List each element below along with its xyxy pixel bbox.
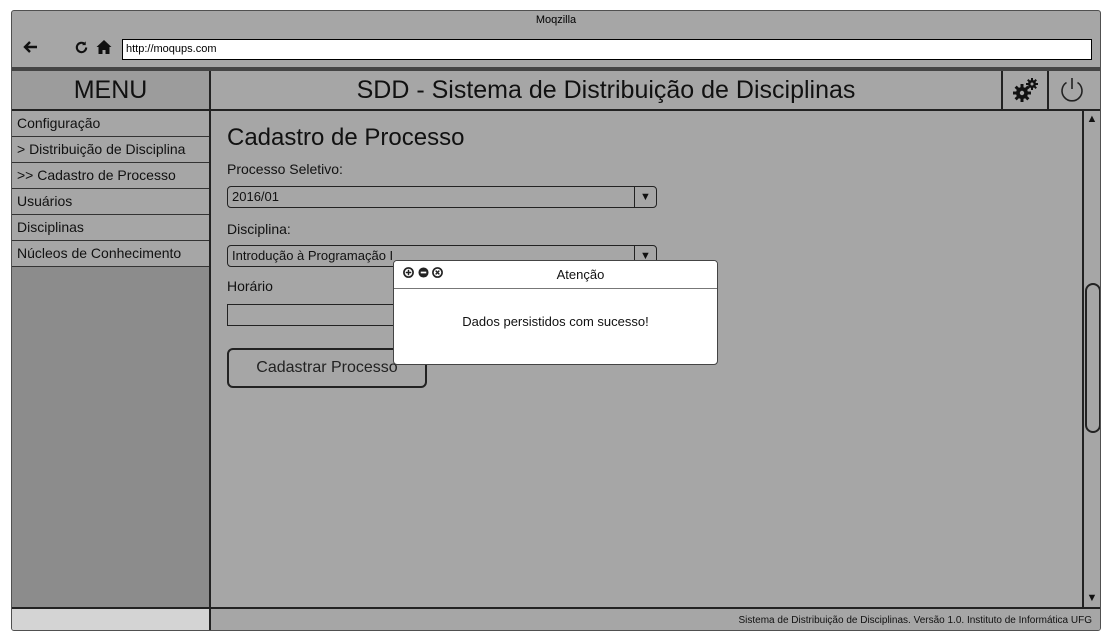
processo-value: 2016/01 bbox=[232, 189, 279, 204]
reload-icon[interactable] bbox=[74, 38, 89, 60]
footer-text: Sistema de Distribuição de Disciplinas. … bbox=[738, 615, 1093, 626]
disciplina-label: Disciplina: bbox=[227, 221, 291, 237]
sidebar-item-configuracao[interactable]: Configuração bbox=[12, 111, 209, 137]
settings-button[interactable] bbox=[1001, 71, 1045, 109]
scroll-up-icon[interactable]: ▲ bbox=[1084, 112, 1100, 126]
footer: Sistema de Distribuição de Disciplinas. … bbox=[12, 607, 1100, 630]
processo-select[interactable]: 2016/01 ▼ bbox=[227, 186, 657, 208]
alert-dialog: Atenção Dados persistidos com sucesso! bbox=[393, 260, 718, 365]
sidebar-item-cadastro-processo[interactable]: >> Cadastro de Processo bbox=[12, 163, 209, 189]
dialog-message: Dados persistidos com sucesso! bbox=[462, 314, 649, 329]
scroll-thumb[interactable] bbox=[1085, 283, 1100, 433]
url-field[interactable]: http://moqups.com bbox=[122, 39, 1092, 60]
page-title: Cadastro de Processo bbox=[227, 124, 465, 151]
app-title: SDD - Sistema de Distribuição de Discipl… bbox=[356, 76, 856, 104]
horario-label: Horário bbox=[227, 278, 273, 294]
sidebar-item-disciplinas[interactable]: Disciplinas bbox=[12, 215, 209, 241]
sidebar-item-usuarios[interactable]: Usuários bbox=[12, 189, 209, 215]
window-title: Moqzilla bbox=[535, 14, 577, 26]
arrow-left-icon[interactable] bbox=[22, 38, 38, 60]
power-button[interactable] bbox=[1047, 71, 1091, 109]
processo-label: Processo Seletivo: bbox=[227, 161, 343, 177]
vertical-scrollbar[interactable]: ▲ ▼ bbox=[1082, 111, 1100, 607]
sidebar-item-nucleos[interactable]: Núcleos de Conhecimento bbox=[12, 241, 209, 267]
gears-icon bbox=[1012, 77, 1040, 108]
scroll-down-icon[interactable]: ▼ bbox=[1084, 591, 1100, 605]
chevron-down-icon: ▼ bbox=[634, 187, 656, 207]
app-header: SDD - Sistema de Distribuição de Discipl… bbox=[211, 71, 1100, 111]
sidebar-item-distribuicao[interactable]: > Distribuição de Disciplina bbox=[12, 137, 209, 163]
sidebar-menu: Configuração > Distribuição de Disciplin… bbox=[12, 111, 211, 607]
footer-left-panel bbox=[12, 609, 211, 630]
browser-nav-bar: http://moqups.com bbox=[12, 37, 1100, 63]
dialog-header: Atenção bbox=[394, 261, 717, 289]
disciplina-value: Introdução à Programação I bbox=[232, 248, 394, 263]
dialog-title: Atenção bbox=[556, 267, 605, 282]
menu-title: MENU bbox=[12, 71, 211, 111]
power-icon bbox=[1058, 76, 1086, 109]
home-icon[interactable] bbox=[96, 38, 112, 60]
